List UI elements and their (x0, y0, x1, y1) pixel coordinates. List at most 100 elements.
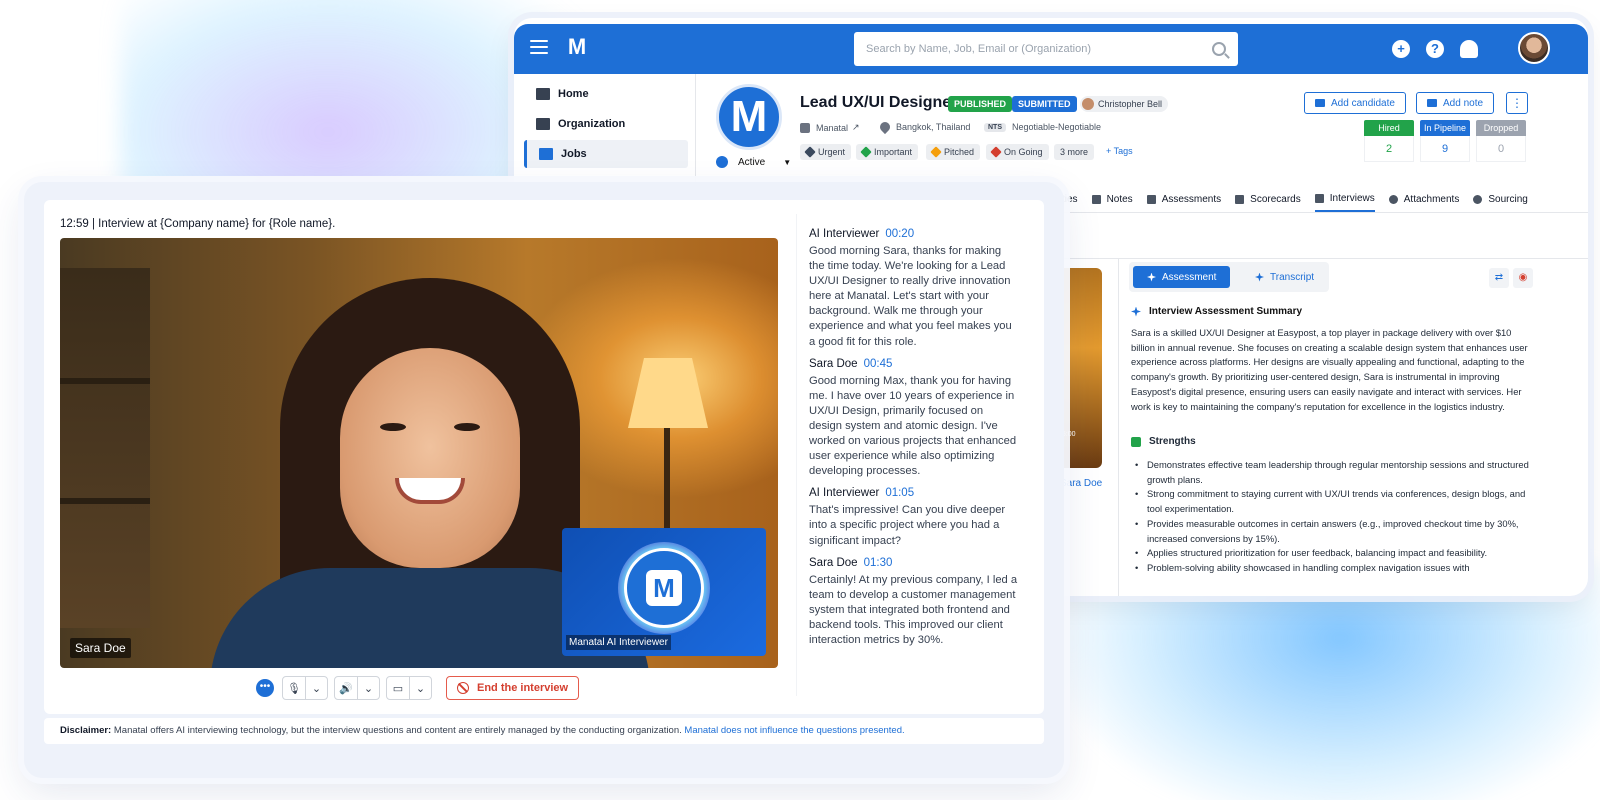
search-input[interactable]: Search by Name, Job, Email or (Organizat… (854, 32, 1238, 66)
tab-scorecards[interactable]: Scorecards (1235, 190, 1301, 212)
timestamp[interactable]: 00:45 (864, 358, 893, 370)
top-bar: M Search by Name, Job, Email or (Organiz… (514, 24, 1588, 74)
tab-label: Assessment (1162, 271, 1217, 283)
sidebar-item-jobs[interactable]: Jobs (524, 140, 688, 168)
record-icon[interactable]: ◉ (1513, 268, 1533, 288)
more-tags[interactable]: 3 more (1054, 144, 1095, 160)
summary-heading: Interview Assessment Summary (1131, 306, 1302, 317)
play-icon (716, 156, 728, 168)
sidebar-item-home[interactable]: Home (524, 80, 688, 108)
sidebar-item-label: Organization (558, 118, 626, 130)
tab-interviews[interactable]: Interviews (1314, 190, 1375, 212)
job-tabs: ties Notes Assessments Scorecards Interv… (1062, 190, 1542, 212)
transcript-text: That's impressive! Can you dive deeper i… (809, 504, 1006, 547)
job-company[interactable]: Manatal ↗ (800, 122, 860, 133)
tag-on-going[interactable]: On Going (986, 144, 1049, 160)
stat-in-pipeline[interactable]: In Pipeline 9 (1420, 120, 1470, 162)
user-avatar[interactable] (1518, 32, 1550, 64)
tag-important[interactable]: Important (856, 144, 919, 160)
add-tags-link[interactable]: + Tags (1106, 146, 1133, 156)
add-candidate-button[interactable]: Add candidate (1304, 92, 1406, 114)
tab-label: Notes (1106, 193, 1133, 205)
tag-label: Urgent (818, 147, 846, 157)
add-note-button[interactable]: Add note (1416, 92, 1495, 114)
tab-activities[interactable]: ties (1062, 190, 1078, 212)
background-shelf (60, 268, 150, 628)
camera-icon[interactable]: ▭ (387, 677, 409, 699)
tab-label: ties (1062, 193, 1078, 205)
disclaimer-text: Manatal offers AI interviewing technolog… (113, 725, 682, 736)
owner-avatar (1082, 98, 1094, 110)
disclaimer-label: Disclaimer: (60, 725, 112, 736)
help-icon[interactable]: ? (1426, 40, 1444, 58)
salary-code: NTS (984, 122, 1006, 132)
summary-text: Sara is a skilled UX/UI Designer at Easy… (1131, 327, 1528, 412)
tab-label: Scorecards (1250, 193, 1301, 205)
speaker-icon[interactable]: 🔊 (335, 677, 357, 699)
tab-transcript[interactable]: Transcript (1241, 266, 1328, 288)
tag-urgent[interactable]: Urgent (800, 144, 852, 160)
ai-interviewer-tile: M Manatal AI Interviewer (562, 528, 766, 656)
logo[interactable]: M (564, 34, 590, 64)
assessment-tabs: Assessment Transcript (1129, 262, 1329, 292)
owner-name: Christopher Bell (1098, 99, 1163, 109)
tab-notes[interactable]: Notes (1091, 190, 1133, 212)
stat-hired[interactable]: Hired 2 (1364, 120, 1414, 162)
more-options-button[interactable]: ⋮ (1506, 92, 1528, 114)
live-transcript[interactable]: AI Interviewer 00:20 Good morning Sara, t… (796, 214, 1024, 696)
sidebar-item-organization[interactable]: Organization (524, 110, 688, 138)
tab-attachments[interactable]: Attachments (1388, 190, 1459, 212)
tab-label: Assessments (1161, 193, 1222, 205)
stat-dropped[interactable]: Dropped 0 (1476, 120, 1526, 162)
assessment-panel: Assessment Transcript ⇄ ◉ Interview Asse… (1118, 258, 1588, 596)
salary-text: Negotiable-Negotiable (1012, 122, 1102, 132)
more-icon[interactable]: ••• (256, 679, 274, 697)
job-status-label: Active (738, 156, 766, 168)
job-status-select[interactable]: Active ▼ (716, 156, 791, 168)
timestamp[interactable]: 01:30 (864, 557, 893, 569)
stat-value: 0 (1476, 136, 1526, 162)
search-icon[interactable] (1212, 42, 1226, 56)
published-badge: PUBLISHED (948, 96, 1013, 112)
background-glow-right (1060, 560, 1600, 800)
swap-icon[interactable]: ⇄ (1489, 268, 1509, 288)
timestamp[interactable]: 01:05 (885, 487, 914, 499)
caret-down-icon: ▼ (783, 157, 792, 167)
add-icon[interactable]: + (1392, 40, 1410, 58)
call-controls: ••• 🎙 ⌄ 🔊 ⌄ ▭ ⌄ End the interview (256, 676, 580, 700)
end-interview-button[interactable]: End the interview (446, 676, 580, 700)
job-owner[interactable]: Christopher Bell (1080, 96, 1169, 112)
tag-pitched[interactable]: Pitched (926, 144, 981, 160)
divider (1062, 212, 1588, 213)
tab-assessment[interactable]: Assessment (1133, 266, 1231, 288)
timestamp[interactable]: 00:20 (885, 228, 914, 240)
sourcing-icon (1473, 194, 1483, 204)
thumbnail-candidate-name[interactable]: Sara Doe (1060, 478, 1102, 489)
interview-title: 12:59 | Interview at {Company name} for … (60, 218, 336, 230)
microphone-icon[interactable]: 🎙 (283, 677, 305, 699)
chevron-down-icon[interactable]: ⌄ (357, 677, 379, 699)
submitted-badge: SUBMITTED (1012, 96, 1077, 112)
strengths-list: Demonstrates effective team leadership t… (1135, 458, 1539, 576)
chevron-down-icon[interactable]: ⌄ (305, 677, 327, 699)
stat-label: Hired (1364, 120, 1414, 136)
note-icon (1427, 99, 1437, 107)
speaker-name: AI Interviewer (809, 487, 880, 500)
tab-sourcing[interactable]: Sourcing (1473, 190, 1528, 212)
list-item: Provides measurable outcomes in certain … (1135, 517, 1539, 546)
speaker-name: AI Interviewer (809, 228, 880, 240)
menu-icon[interactable] (530, 40, 548, 56)
disclaimer-bar: Disclaimer: Manatal offers AI interviewi… (44, 718, 1044, 744)
candidate-eye (380, 423, 406, 431)
bell-icon[interactable] (1460, 40, 1478, 58)
transcript-entry: Sara Doe 00:45 Good morning Max, thank yo… (809, 358, 1024, 480)
tab-assessments[interactable]: Assessments (1146, 190, 1222, 212)
transcript-text: Good morning Max, thank you for having m… (809, 374, 1017, 478)
disclaimer-link[interactable]: Manatal does not influence the questions… (684, 725, 904, 736)
chevron-down-icon[interactable]: ⌄ (409, 677, 431, 699)
briefcase-icon (539, 148, 553, 160)
speaker-name: Sara Doe (809, 556, 858, 569)
list-item: Applies structured prioritization for us… (1135, 546, 1539, 561)
ai-interviewer-label: Manatal AI Interviewer (566, 635, 671, 650)
sparkle-icon (1147, 272, 1156, 282)
